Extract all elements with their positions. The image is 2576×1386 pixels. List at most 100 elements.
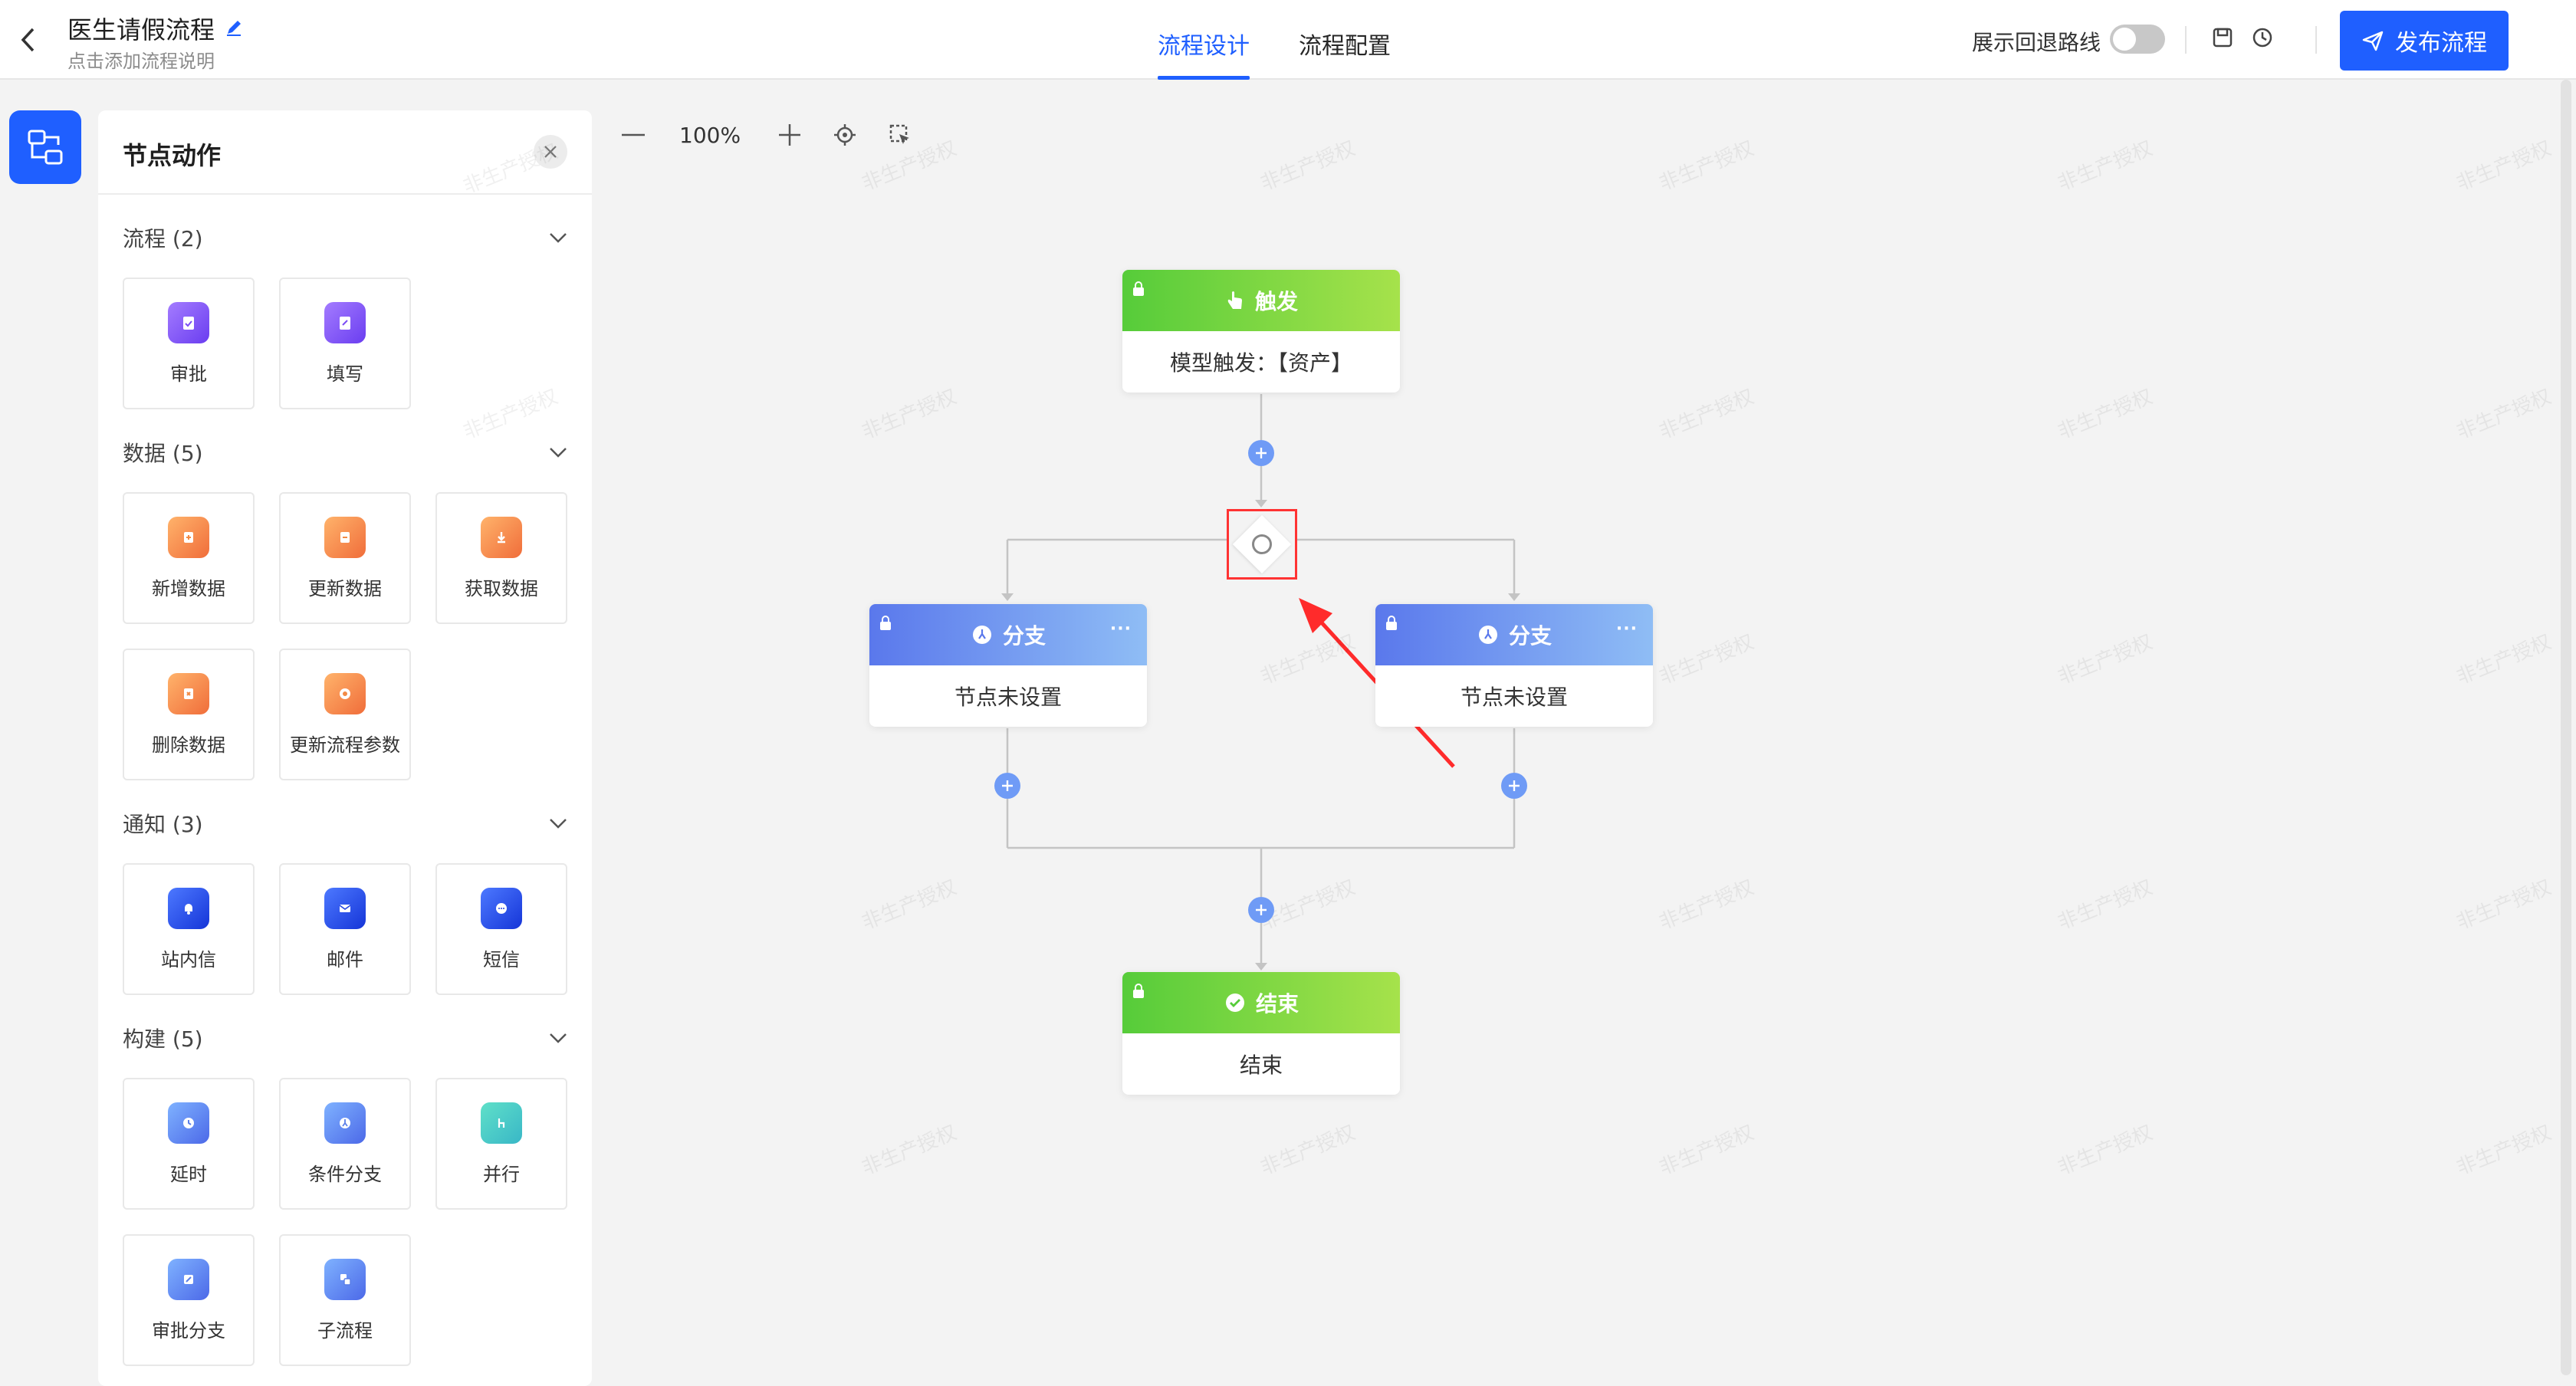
hand-pointer-icon [1227, 291, 1242, 309]
section-data[interactable]: 数据 (5) [123, 437, 567, 468]
plus-icon [1256, 905, 1267, 915]
back-button[interactable] [11, 21, 44, 58]
tile-label: 延时 [170, 1164, 207, 1185]
rollback-label: 展示回退路线 [1972, 30, 2101, 55]
watermark: 非生产授权 [1656, 385, 1757, 445]
tile-email[interactable]: 邮件 [279, 863, 411, 995]
header-tabs: 流程设计 流程配置 [1158, 0, 1391, 80]
watermark: 非生产授权 [859, 385, 960, 445]
select-box-icon [889, 124, 909, 144]
sub-process-icon [324, 1259, 366, 1300]
bell-icon [168, 888, 209, 929]
vertical-scrollbar[interactable] [2561, 80, 2571, 1375]
gateway-diamond [1232, 514, 1292, 574]
tile-add-data[interactable]: 新增数据 [123, 492, 255, 624]
locate-center-button[interactable] [830, 120, 860, 150]
parallel-icon [481, 1102, 522, 1144]
header-divider [2315, 26, 2317, 54]
watermark: 非生产授权 [859, 875, 960, 935]
update-data-icon [324, 517, 366, 558]
selection-tool-button[interactable] [885, 120, 915, 150]
watermark: 非生产授权 [1257, 630, 1359, 690]
tile-update-data[interactable]: 更新数据 [279, 492, 411, 624]
plus-icon [1509, 780, 1520, 791]
tab-process-config[interactable]: 流程配置 [1299, 0, 1391, 80]
save-icon[interactable] [2211, 26, 2236, 51]
history-clock-icon[interactable] [2251, 26, 2275, 51]
add-node-button[interactable] [1248, 440, 1274, 466]
publish-button[interactable]: 发布流程 [2340, 11, 2509, 71]
branch-node-left[interactable]: 分支 ··· 节点未设置 [869, 604, 1147, 727]
header-divider [2185, 26, 2187, 54]
add-node-button[interactable] [1501, 773, 1527, 799]
minus-icon [622, 133, 645, 136]
tile-update-process-params[interactable]: 更新流程参数 [279, 649, 411, 780]
process-title-text[interactable]: 医生请假流程 [67, 11, 215, 46]
approval-branch-icon [168, 1259, 209, 1300]
tile-approve[interactable]: 审批 [123, 278, 255, 409]
plus-icon [1002, 780, 1013, 791]
panel-close-button[interactable] [534, 135, 567, 169]
chevron-left-icon [21, 28, 34, 52]
publish-label: 发布流程 [2395, 30, 2487, 57]
add-node-button[interactable] [994, 773, 1020, 799]
section-label: 流程 (2) [123, 226, 203, 251]
section-notify[interactable]: 通知 (3) [123, 808, 567, 839]
zoom-out-button[interactable] [618, 120, 649, 150]
watermark: 非生产授权 [2055, 385, 2156, 445]
tile-sub-process[interactable]: 子流程 [279, 1234, 411, 1366]
parallel-gateway-node[interactable] [1227, 509, 1297, 580]
section-process[interactable]: 流程 (2) [123, 222, 567, 253]
tile-delete-data[interactable]: 删除数据 [123, 649, 255, 780]
circle-icon [1252, 534, 1272, 554]
tile-get-data[interactable]: 获取数据 [435, 492, 567, 624]
tile-sms[interactable]: 短信 [435, 863, 567, 995]
tile-fill[interactable]: 填写 [279, 278, 411, 409]
tile-label: 审批 [170, 363, 207, 385]
watermark: 非生产授权 [2453, 630, 2555, 690]
trigger-node[interactable]: 触发 模型触发：【资产】 [1122, 270, 1400, 392]
section-label: 通知 (3) [123, 812, 203, 837]
branch-node-title: 分支 [1508, 623, 1552, 649]
more-options-icon[interactable]: ··· [1110, 619, 1132, 639]
branch-icon [324, 1102, 366, 1144]
plus-icon [779, 124, 800, 146]
end-node-header: 结束 [1122, 972, 1400, 1033]
chevron-down-icon [550, 1033, 567, 1043]
tile-label: 删除数据 [152, 734, 225, 756]
tile-approval-branch[interactable]: 审批分支 [123, 1234, 255, 1366]
tile-label: 新增数据 [152, 578, 225, 599]
delete-data-icon [168, 673, 209, 714]
node-actions-panel: 节点动作 流程 (2) 审批 填写 数据 (5) 新增数据 更新数据 获取数据 … [98, 110, 592, 1386]
section-build[interactable]: 构建 (5) [123, 1023, 567, 1053]
end-node[interactable]: 结束 结束 [1122, 972, 1400, 1095]
node-actions-rail-button[interactable] [9, 110, 81, 184]
pencil-icon[interactable] [224, 18, 245, 39]
tile-internal-message[interactable]: 站内信 [123, 863, 255, 995]
zoom-in-button[interactable] [774, 120, 805, 150]
watermark: 非生产授权 [2453, 875, 2555, 935]
branch-node-right[interactable]: 分支 ··· 节点未设置 [1375, 604, 1653, 727]
watermark: 非生产授权 [2055, 136, 2156, 196]
branch-node-header: 分支 ··· [1375, 604, 1653, 665]
trigger-node-title: 触发 [1254, 289, 1298, 314]
watermark: 非生产授权 [2055, 1121, 2156, 1181]
tile-condition-branch[interactable]: 条件分支 [279, 1078, 411, 1210]
tile-label: 子流程 [317, 1320, 373, 1342]
crosshair-icon [834, 124, 856, 146]
close-icon [544, 146, 557, 158]
lock-icon [1133, 281, 1144, 296]
branch-node-title: 分支 [1002, 623, 1046, 649]
tab-process-design[interactable]: 流程设计 [1158, 0, 1250, 80]
tile-parallel[interactable]: 并行 [435, 1078, 567, 1210]
add-node-button[interactable] [1248, 897, 1274, 923]
rollback-toggle[interactable] [2110, 25, 2165, 54]
tile-label: 条件分支 [308, 1164, 382, 1185]
chevron-down-icon [550, 819, 567, 829]
settings-icon [324, 673, 366, 714]
watermark: 非生产授权 [1656, 1121, 1757, 1181]
timer-icon [168, 1102, 209, 1144]
process-description[interactable]: 点击添加流程说明 [67, 46, 215, 73]
more-options-icon[interactable]: ··· [1616, 619, 1638, 639]
tile-delay[interactable]: 延时 [123, 1078, 255, 1210]
